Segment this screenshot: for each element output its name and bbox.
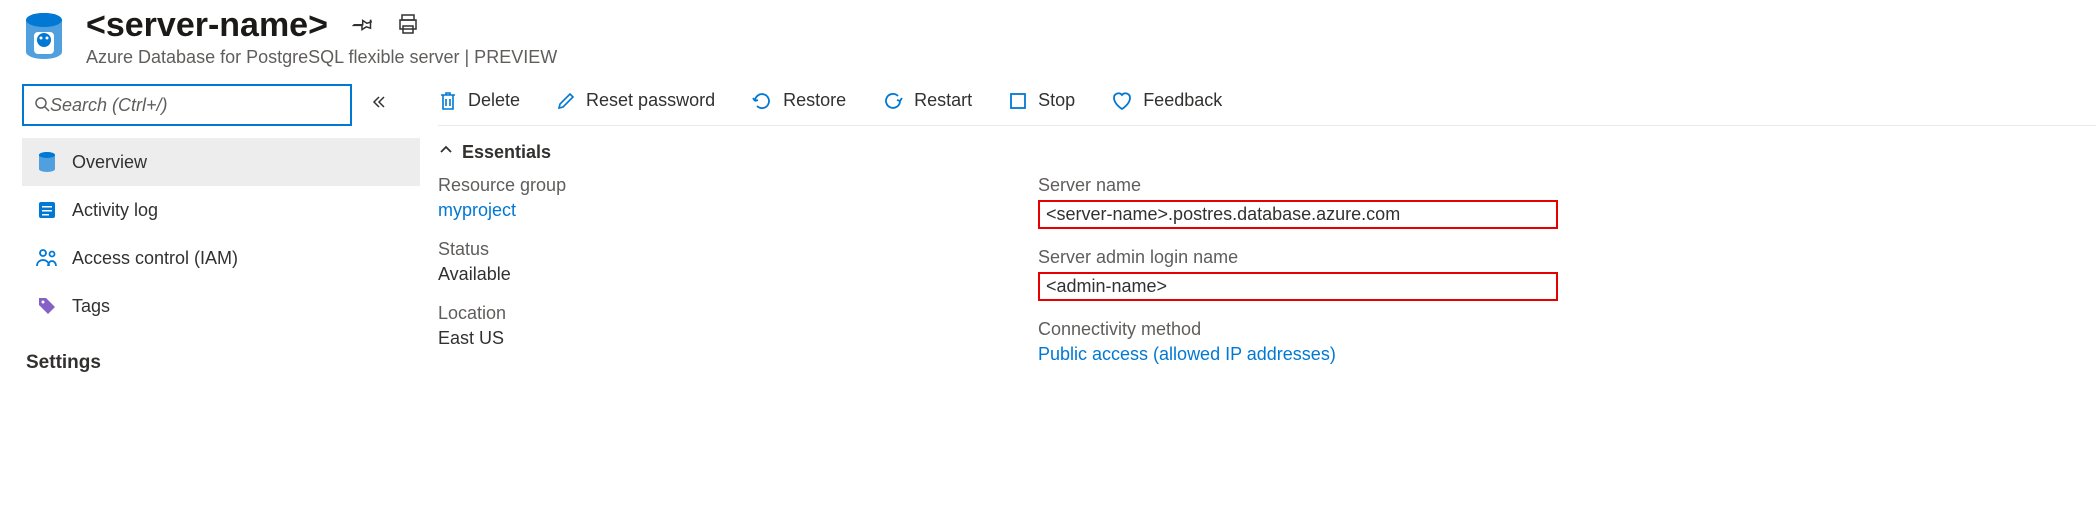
kv-label: Location xyxy=(438,303,958,324)
stop-icon xyxy=(1008,91,1028,111)
essentials-header: Essentials xyxy=(462,142,551,163)
tool-label: Feedback xyxy=(1143,90,1222,111)
sidebar-item-label: Access control (IAM) xyxy=(72,248,238,269)
page-header: <server-name> Azure Database for Postgre… xyxy=(0,0,2096,74)
sidebar-item-label: Tags xyxy=(72,296,110,317)
toolbar: Delete Reset password Restore xyxy=(438,84,2096,126)
server-name-value[interactable]: <server-name>.postres.database.azure.com xyxy=(1038,200,1558,229)
heart-icon xyxy=(1111,91,1133,111)
connectivity-link[interactable]: Public access (allowed IP addresses) xyxy=(1038,344,1558,365)
restore-button[interactable]: Restore xyxy=(751,90,846,112)
restart-button[interactable]: Restart xyxy=(882,90,972,112)
tool-label: Stop xyxy=(1038,90,1075,111)
search-icon xyxy=(34,96,50,115)
kv-label: Status xyxy=(438,239,958,260)
tool-label: Restore xyxy=(783,90,846,111)
kv-location: Location East US xyxy=(438,303,958,349)
edit-icon xyxy=(556,91,576,111)
stop-button[interactable]: Stop xyxy=(1008,90,1075,111)
content-area: Delete Reset password Restore xyxy=(420,74,2096,374)
kv-label: Connectivity method xyxy=(1038,319,1558,340)
tags-icon xyxy=(36,295,58,317)
access-control-icon xyxy=(36,247,58,269)
restart-icon xyxy=(882,90,904,112)
kv-connectivity: Connectivity method Public access (allow… xyxy=(1038,319,1558,365)
pin-icon[interactable] xyxy=(350,12,374,39)
sidebar: Overview Activity log Access control xyxy=(0,74,420,374)
sidebar-item-activity-log[interactable]: Activity log xyxy=(22,186,420,234)
sidebar-item-overview[interactable]: Overview xyxy=(22,138,420,186)
page-subtitle: Azure Database for PostgreSQL flexible s… xyxy=(86,47,557,68)
kv-resource-group: Resource group myproject xyxy=(438,175,958,221)
delete-button[interactable]: Delete xyxy=(438,90,520,112)
page-title: <server-name> xyxy=(86,6,328,45)
essentials-panel: Essentials Resource group myproject Stat… xyxy=(438,134,2096,373)
collapse-icon[interactable] xyxy=(368,92,388,118)
tool-label: Reset password xyxy=(586,90,715,111)
database-icon xyxy=(36,151,58,173)
reset-password-button[interactable]: Reset password xyxy=(556,90,715,111)
kv-label: Resource group xyxy=(438,175,958,196)
chevron-up-icon xyxy=(438,142,454,163)
tool-label: Delete xyxy=(468,90,520,111)
sidebar-item-access-control[interactable]: Access control (IAM) xyxy=(22,234,420,282)
kv-value: East US xyxy=(438,328,958,349)
kv-status: Status Available xyxy=(438,239,958,285)
search-input[interactable] xyxy=(50,95,340,116)
postgresql-icon xyxy=(22,10,66,62)
delete-icon xyxy=(438,90,458,112)
tool-label: Restart xyxy=(914,90,972,111)
resource-group-link[interactable]: myproject xyxy=(438,200,958,221)
sidebar-section-settings: Settings xyxy=(22,352,420,374)
admin-login-value[interactable]: <admin-name> xyxy=(1038,272,1558,301)
activity-log-icon xyxy=(36,199,58,221)
kv-value: Available xyxy=(438,264,958,285)
search-box[interactable] xyxy=(22,84,352,126)
kv-server-name: Server name <server-name>.postres.databa… xyxy=(1038,175,1558,229)
restore-icon xyxy=(751,90,773,112)
sidebar-item-tags[interactable]: Tags xyxy=(22,282,420,330)
sidebar-item-label: Activity log xyxy=(72,200,158,221)
essentials-toggle[interactable]: Essentials xyxy=(438,142,2096,163)
feedback-button[interactable]: Feedback xyxy=(1111,90,1222,111)
print-icon[interactable] xyxy=(396,12,420,39)
kv-admin-login: Server admin login name <admin-name> xyxy=(1038,247,1558,301)
kv-label: Server admin login name xyxy=(1038,247,1558,268)
kv-label: Server name xyxy=(1038,175,1558,196)
sidebar-item-label: Overview xyxy=(72,152,147,173)
